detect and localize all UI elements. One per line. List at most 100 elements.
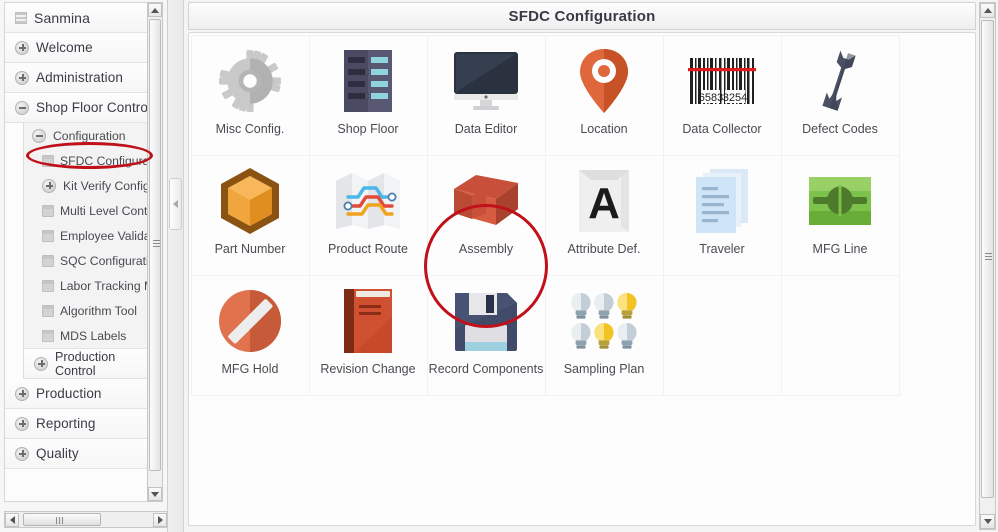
sidebar-item-administration[interactable]: Administration: [5, 63, 151, 93]
sidebar-item-configuration[interactable]: Configuration: [24, 123, 151, 148]
sidebar-item-production-control[interactable]: Production Control: [24, 348, 151, 378]
plus-circle-icon[interactable]: [42, 178, 56, 193]
sidebar-item-label: Production Control: [55, 349, 116, 378]
monitor-icon: [450, 44, 522, 118]
sidebar-item-multi-level-container[interactable]: Multi Level Container C: [24, 198, 151, 223]
plus-circle-icon[interactable]: [15, 416, 29, 431]
sidebar-item-mds-labels[interactable]: MDS Labels: [24, 323, 151, 348]
hexagon-cube-icon: [214, 164, 286, 238]
splitter-collapse-button[interactable]: [169, 178, 182, 230]
tile-label: MFG Hold: [221, 361, 279, 376]
tile-label: Shop Floor: [337, 121, 399, 136]
sidebar-item-quality[interactable]: Quality: [5, 439, 151, 469]
tile-assembly[interactable]: Assembly: [424, 154, 548, 328]
page-title: SFDC Configuration: [508, 7, 656, 25]
plus-circle-icon[interactable]: [15, 70, 29, 85]
sidebar-item-employee-validation[interactable]: Employee Validation: [24, 223, 151, 248]
sidebar-item-label: Algorithm Tool: [60, 303, 137, 318]
chevron-down-icon: [983, 519, 992, 524]
tile-label: Data Collector: [682, 121, 762, 136]
module-tile-grid: Misc Config. Shop Floor Data Editor Loca…: [189, 33, 975, 396]
sidebar-item-label: Kit Verify Config: [63, 178, 150, 193]
sidebar-item-label: Reporting: [36, 416, 96, 431]
sidebar-item-sfdc-configuration[interactable]: SFDC Configuration: [24, 148, 151, 173]
navigation-vertical-scrollbar[interactable]: [147, 2, 163, 502]
tile-shop-floor[interactable]: Shop Floor: [308, 34, 428, 156]
tile-product-route[interactable]: Product Route: [308, 154, 428, 276]
document-icon: [42, 154, 54, 167]
tile-label: Part Number: [214, 241, 286, 256]
letter-a-page-icon: A: [568, 164, 640, 238]
tile-label: Data Editor: [454, 121, 518, 136]
tile-data-editor[interactable]: Data Editor: [426, 34, 546, 156]
minus-circle-icon[interactable]: [15, 100, 29, 115]
tile-label: Revision Change: [320, 361, 416, 376]
sidebar-item-labor-tracking-maintenance[interactable]: Labor Tracking Mainte: [24, 273, 151, 298]
plus-circle-icon[interactable]: [34, 356, 48, 371]
scrollbar-thumb[interactable]: [981, 20, 994, 498]
navigation-tree: Sanmina Welcome Administration Shop Floo…: [4, 2, 152, 502]
sidebar-item-shop-floor-control[interactable]: Shop Floor Control: [5, 93, 151, 123]
sidebar-item-kit-verify-config[interactable]: Kit Verify Config: [24, 173, 151, 198]
document-icon: [42, 304, 54, 317]
barcode-icon: 6583 3254: [686, 44, 758, 118]
tile-empty: [780, 274, 900, 396]
shop-floor-control-children: Configuration SFDC Configuration Kit Ver…: [23, 123, 151, 379]
tile-data-collector[interactable]: 6583 3254 Data Collector: [662, 34, 782, 156]
sidebar-item-label: Employee Validation: [60, 228, 151, 243]
scroll-up-button[interactable]: [980, 3, 995, 18]
sidebar-item-production[interactable]: Production: [5, 379, 151, 409]
scroll-down-button[interactable]: [980, 514, 995, 529]
sidebar-item-sqc-configuration[interactable]: SQC Configuration: [24, 248, 151, 273]
scroll-left-button[interactable]: [5, 512, 19, 527]
sidebar-item-label: Production: [36, 386, 102, 401]
tile-mfg-line[interactable]: MFG Line: [780, 154, 900, 276]
no-entry-icon: [214, 284, 286, 358]
sidebar-item-label: Multi Level Container C: [60, 203, 151, 218]
document-icon: [42, 229, 54, 242]
scroll-up-button[interactable]: [148, 3, 162, 17]
application-window: Sanmina Welcome Administration Shop Floo…: [0, 0, 998, 532]
scrollbar-thumb[interactable]: [149, 19, 161, 471]
navigation-panel: Sanmina Welcome Administration Shop Floo…: [0, 0, 168, 532]
chevron-down-icon: [151, 491, 159, 497]
plus-circle-icon[interactable]: [15, 40, 29, 55]
document-icon: [42, 279, 54, 292]
book-icon: [332, 284, 404, 358]
scroll-right-button[interactable]: [153, 512, 167, 527]
nav-root-sanmina[interactable]: Sanmina: [5, 3, 151, 33]
tile-misc-config[interactable]: Misc Config.: [190, 34, 310, 156]
sidebar-item-algorithm-tool[interactable]: Algorithm Tool: [24, 298, 151, 323]
nav-root-label: Sanmina: [34, 9, 90, 26]
plus-circle-icon[interactable]: [15, 446, 29, 461]
tile-part-number[interactable]: Part Number: [190, 154, 310, 276]
lightbulbs-icon: [568, 284, 640, 358]
tile-record-components[interactable]: Record Components: [426, 274, 546, 396]
sidebar-item-label: Quality: [36, 446, 79, 461]
sidebar-item-label: MDS Labels: [60, 328, 127, 343]
gear-icon: [214, 44, 286, 118]
page-title-bar: SFDC Configuration: [188, 2, 976, 30]
grip-icon: [985, 253, 992, 261]
tile-label: Record Components: [428, 361, 544, 376]
tile-location[interactable]: Location: [544, 34, 664, 156]
main-content-area: SFDC Configuration Misc Config. Shop Flo…: [184, 0, 998, 532]
tile-defect-codes[interactable]: Defect Codes: [780, 34, 900, 156]
panel-splitter[interactable]: [168, 0, 184, 532]
minus-circle-icon[interactable]: [32, 128, 46, 143]
tile-mfg-hold[interactable]: MFG Hold: [190, 274, 310, 396]
scroll-down-button[interactable]: [148, 487, 162, 501]
tile-attribute-def[interactable]: A Attribute Def.: [544, 154, 664, 276]
tile-label: Defect Codes: [802, 121, 878, 136]
navigation-horizontal-scrollbar[interactable]: [4, 511, 168, 528]
tile-revision-change[interactable]: Revision Change: [308, 274, 428, 396]
documents-icon: [686, 164, 758, 238]
tile-traveler[interactable]: Traveler: [662, 154, 782, 276]
sidebar-item-reporting[interactable]: Reporting: [5, 409, 151, 439]
plus-circle-icon[interactable]: [15, 386, 29, 401]
sidebar-item-welcome[interactable]: Welcome: [5, 33, 151, 63]
sidebar-item-label: SFDC Configuration: [60, 153, 151, 168]
tile-sampling-plan[interactable]: Sampling Plan: [544, 274, 664, 396]
main-vertical-scrollbar[interactable]: [979, 2, 996, 530]
scrollbar-thumb[interactable]: [23, 513, 101, 526]
